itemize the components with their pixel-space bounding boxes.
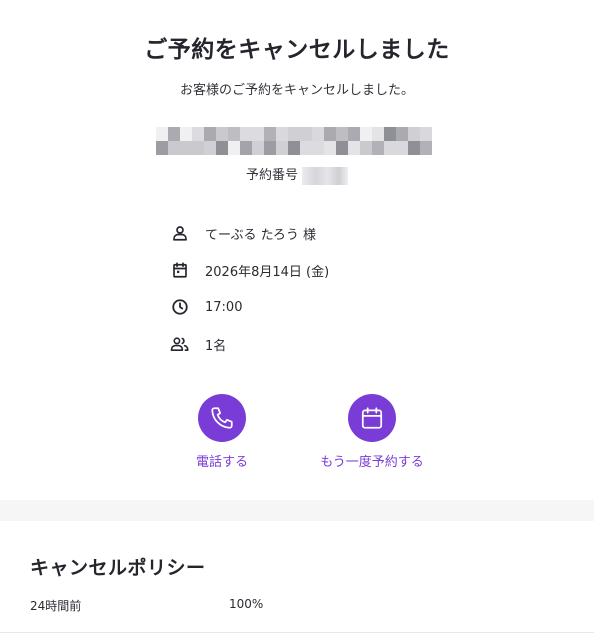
calendar-icon	[361, 407, 383, 429]
reservation-date: 2026年8月14日 (金)	[205, 264, 330, 280]
party-size: 1名	[205, 338, 227, 354]
call-button[interactable]: 電話する	[183, 394, 261, 470]
page-subtitle: お客様のご予約をキャンセルしました。	[179, 83, 414, 98]
detail-party: 1名	[170, 334, 226, 354]
clock-icon	[170, 297, 190, 317]
reservation-number-row: 予約番号	[0, 164, 594, 185]
page-title: ご予約をキャンセルしました	[144, 37, 450, 63]
detail-name: てーぶる たろう 様	[170, 223, 316, 243]
reservation-number-label: 予約番号	[245, 168, 298, 183]
detail-time: 17:00	[170, 297, 242, 317]
call-circle[interactable]	[198, 394, 246, 442]
people-icon	[170, 334, 190, 354]
rebook-button[interactable]: もう一度予約する	[312, 394, 432, 470]
call-label[interactable]: 電話する	[196, 451, 248, 470]
calendar-icon	[170, 260, 190, 280]
rebook-label[interactable]: もう一度予約する	[320, 451, 424, 470]
section-divider	[0, 500, 594, 521]
phone-icon	[211, 407, 233, 429]
policy-row: 24時間前 100%	[30, 597, 263, 614]
rebook-circle[interactable]	[348, 394, 396, 442]
restaurant-name-redacted	[156, 127, 432, 155]
guest-name: てーぶる たろう 様	[205, 227, 316, 243]
cancel-policy-title: キャンセルポリシー	[30, 557, 206, 579]
bottom-divider	[0, 632, 594, 633]
policy-when: 24時間前	[30, 599, 82, 613]
person-icon	[170, 223, 190, 243]
reservation-time: 17:00	[205, 299, 243, 315]
policy-fee: 100%	[229, 597, 264, 611]
detail-date: 2026年8月14日 (金)	[170, 260, 329, 280]
reservation-number-redacted	[302, 166, 348, 185]
